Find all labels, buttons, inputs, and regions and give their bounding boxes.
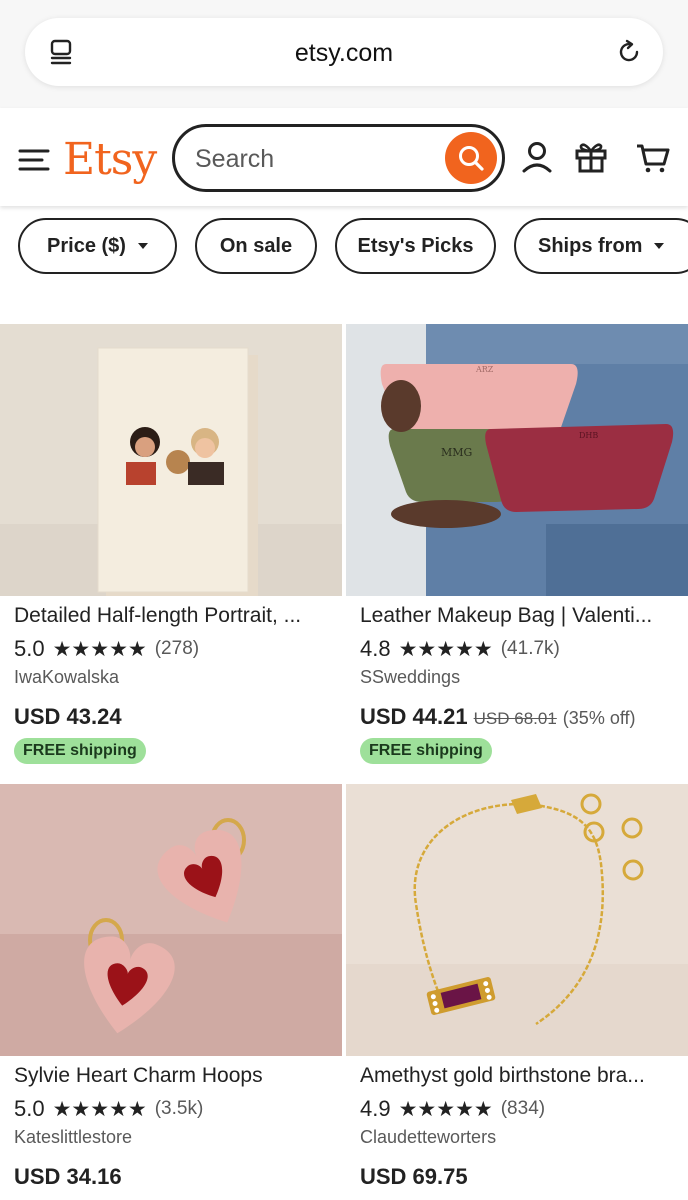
monogram-text: DHB: [579, 431, 598, 440]
review-count: (3.5k): [154, 1098, 204, 1119]
browser-toolbar: etsy.com: [0, 0, 688, 108]
reload-icon[interactable]: [615, 38, 643, 66]
product-price: USD 34.16: [14, 1164, 122, 1190]
search-placeholder: Search: [195, 145, 275, 173]
filter-label: Price ($): [47, 234, 126, 257]
search-button[interactable]: [445, 132, 497, 184]
review-count: (41.7k): [500, 638, 560, 659]
review-count: (834): [500, 1098, 546, 1119]
product-price: USD 44.21 USD 68.01 (35% off): [360, 704, 636, 730]
discount-label: (35% off): [562, 708, 636, 728]
current-price: USD 43.24: [14, 704, 122, 729]
etsy-logo[interactable]: Etsy: [63, 134, 157, 185]
product-image[interactable]: [0, 784, 342, 1056]
current-price: USD 34.16: [14, 1164, 122, 1189]
product-price: USD 43.24: [14, 704, 122, 730]
current-price: USD 69.75: [360, 1164, 468, 1189]
product-card[interactable]: ARZ MMG DHB Leather Makeup Bag | Valenti…: [346, 324, 688, 770]
filter-label: Etsy's Picks: [357, 234, 474, 257]
product-image[interactable]: [346, 784, 688, 1056]
filter-label: On sale: [219, 234, 293, 257]
cart-icon[interactable]: [636, 140, 670, 174]
filter-label: Ships from: [538, 234, 643, 257]
product-rating: 4.8 ★★★★★ (41.7k): [360, 636, 560, 662]
search-input[interactable]: Search: [172, 124, 505, 192]
shop-name[interactable]: IwaKowalska: [14, 667, 119, 688]
chevron-down-icon: [654, 243, 665, 249]
free-shipping-badge: FREE shipping: [14, 738, 146, 764]
url-text[interactable]: etsy.com: [25, 39, 663, 68]
current-price: USD 44.21: [360, 704, 468, 729]
product-card[interactable]: Sylvie Heart Charm Hoops 5.0 ★★★★★ (3.5k…: [0, 784, 342, 1200]
search-icon: [459, 146, 484, 171]
star-rating-icon: ★★★★★: [52, 1097, 147, 1121]
rating-value: 4.8: [360, 636, 391, 661]
shop-name[interactable]: SSweddings: [360, 667, 460, 688]
menu-icon[interactable]: [18, 148, 50, 172]
account-icon[interactable]: [520, 140, 554, 174]
filter-price[interactable]: Price ($): [18, 218, 177, 274]
rating-value: 5.0: [14, 636, 45, 661]
product-title[interactable]: Leather Makeup Bag | Valenti...: [360, 604, 682, 628]
shop-name[interactable]: Kateslittlestore: [14, 1127, 132, 1148]
site-header: Etsy Search: [0, 108, 688, 206]
product-title[interactable]: Amethyst gold birthstone bra...: [360, 1064, 682, 1088]
product-title[interactable]: Detailed Half-length Portrait, ...: [14, 604, 332, 628]
product-price: USD 69.75: [360, 1164, 468, 1190]
review-count: (278): [154, 638, 200, 659]
star-rating-icon: ★★★★★: [398, 637, 493, 661]
filter-on-sale[interactable]: On sale: [195, 218, 317, 274]
star-rating-icon: ★★★★★: [52, 637, 147, 661]
original-price: USD 68.01: [473, 709, 557, 728]
shop-name[interactable]: Claudetteworters: [360, 1127, 496, 1148]
filter-bar: Price ($) On sale Etsy's Picks Ships fro…: [0, 218, 688, 278]
free-shipping-badge: FREE shipping: [360, 738, 492, 764]
rating-value: 4.9: [360, 1096, 391, 1121]
filter-ships-from[interactable]: Ships from: [514, 218, 688, 274]
address-bar[interactable]: etsy.com: [25, 18, 663, 86]
product-rating: 5.0 ★★★★★ (3.5k): [14, 1096, 203, 1122]
rating-value: 5.0: [14, 1096, 45, 1121]
filter-etsys-picks[interactable]: Etsy's Picks: [335, 218, 496, 274]
gift-icon[interactable]: [574, 140, 608, 174]
product-image[interactable]: ARZ MMG DHB: [346, 324, 688, 596]
star-rating-icon: ★★★★★: [398, 1097, 493, 1121]
chevron-down-icon: [137, 243, 148, 249]
product-rating: 4.9 ★★★★★ (834): [360, 1096, 545, 1122]
monogram-text: ARZ: [475, 365, 494, 374]
product-card[interactable]: Detailed Half-length Portrait, ... 5.0 ★…: [0, 324, 342, 770]
monogram-text: MMG: [441, 446, 472, 459]
product-rating: 5.0 ★★★★★ (278): [14, 636, 199, 662]
product-title[interactable]: Sylvie Heart Charm Hoops: [14, 1064, 332, 1088]
product-image[interactable]: [0, 324, 342, 596]
product-card[interactable]: Amethyst gold birthstone bra... 4.9 ★★★★…: [346, 784, 688, 1200]
